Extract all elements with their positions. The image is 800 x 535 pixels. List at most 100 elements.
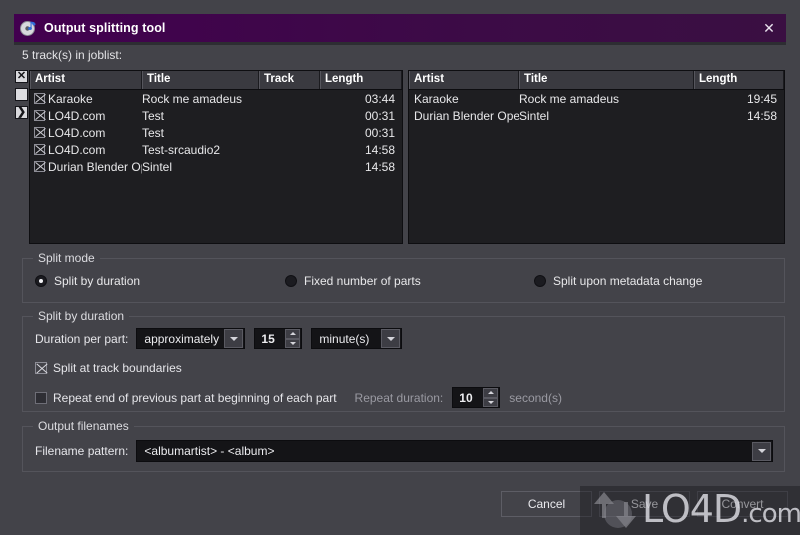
column-header-title[interactable]: Title — [142, 71, 259, 89]
cell-length: 14:58 — [364, 142, 395, 157]
duration-unit-select[interactable]: minute(s) — [311, 328, 403, 349]
radio-split-by-duration-dot — [35, 275, 47, 287]
cell-title: Test-srcaudio2 — [142, 142, 221, 157]
table-row[interactable]: Durian Blender OpenSintel 14:58 — [30, 158, 402, 175]
cell-artist: Durian Blender Open — [414, 108, 519, 123]
duration-amount-stepper[interactable]: 15 — [254, 328, 303, 349]
row-checkbox-checked-icon[interactable] — [34, 127, 45, 138]
approximation-select[interactable]: approximately — [136, 328, 246, 349]
row-checkbox-checked-icon[interactable] — [34, 110, 45, 121]
repeat-spin-down-icon[interactable] — [483, 397, 499, 407]
table-row[interactable]: LO4D.com Test 00:31 — [30, 107, 402, 124]
checkbox-checked-icon — [35, 362, 47, 374]
table-row[interactable]: Karaoke Rock me amadeus 19:45 — [409, 90, 784, 107]
invert-selection-glyph: ❯ — [16, 106, 27, 118]
chevron-down-icon-unit[interactable] — [381, 329, 401, 348]
cell-length: 14:58 — [746, 108, 777, 123]
radio-split-by-duration-label: Split by duration — [54, 274, 141, 288]
joblist-count-label: 5 track(s) in joblist: — [22, 48, 123, 62]
cell-title: Rock me amadeus — [142, 91, 243, 106]
repeat-duration-value: 10 — [459, 390, 473, 405]
output-list-body: Karaoke Rock me amadeus 19:45 Durian Blende… — [409, 90, 784, 124]
repeat-end-checkbox[interactable] — [35, 391, 47, 404]
output-filenames-group: Output filenames Filename pattern: <albu… — [22, 419, 785, 472]
select-all-toggle[interactable]: ✕ — [15, 70, 28, 83]
cell-title: Sintel — [142, 159, 173, 174]
column-header-track[interactable]: Track — [259, 71, 320, 89]
source-list-header: Artist Title Track Length — [30, 71, 402, 90]
column-header-length[interactable]: Length — [320, 71, 402, 89]
cell-artist: LO4D.com — [48, 108, 106, 123]
filename-pattern-row: Filename pattern: <albumartist> - <album… — [35, 440, 773, 462]
cell-artist: Durian Blender Open — [48, 159, 142, 174]
cell-length: 19:45 — [746, 91, 777, 106]
source-list-body: Karaoke Rock me amadeus 03:44 LO4D.com Test 0… — [30, 90, 402, 175]
cell-title: Test — [142, 108, 165, 123]
column-header-length-out[interactable]: Length — [694, 71, 784, 89]
save-button[interactable]: Save — [599, 491, 690, 517]
output-filenames-group-title: Output filenames — [33, 419, 134, 433]
radio-split-upon-metadata-change-dot — [534, 275, 546, 287]
close-icon[interactable]: ✕ — [752, 14, 786, 42]
table-row[interactable]: LO4D.com Test-srcaudio2 14:58 — [30, 141, 402, 158]
window-title: Output splitting tool — [44, 21, 166, 35]
filename-pattern-value: <albumartist> - <album> — [144, 444, 275, 458]
output-parts-list[interactable]: Artist Title Length Karaoke Rock me amade… — [408, 70, 785, 244]
duration-per-part-row: Duration per part: approximately 15 minu… — [35, 328, 403, 349]
invert-selection-toggle[interactable]: ❯ — [15, 106, 28, 119]
cancel-button[interactable]: Cancel — [501, 491, 592, 517]
duration-amount-value: 15 — [261, 331, 275, 346]
repeat-spin-up-icon[interactable] — [483, 388, 499, 398]
filename-pattern-label: Filename pattern: — [35, 444, 129, 458]
column-header-title-out[interactable]: Title — [519, 71, 694, 89]
table-row[interactable]: Durian Blender OpenSintel 14:58 — [409, 107, 784, 124]
filename-pattern-chevron-down-icon[interactable] — [752, 441, 771, 461]
repeat-duration-unit: second(s) — [509, 390, 562, 405]
select-none-glyph — [16, 89, 27, 100]
split-mode-group-title: Split mode — [33, 251, 100, 265]
column-header-artist-out[interactable]: Artist — [409, 71, 519, 89]
spin-up-icon[interactable] — [285, 329, 301, 339]
output-list-header: Artist Title Length — [409, 71, 784, 90]
cell-length: 00:31 — [364, 125, 395, 140]
title-bar: Output splitting tool ✕ — [14, 14, 786, 42]
split-by-duration-group: Split by duration Duration per part: app… — [22, 309, 785, 412]
title-bar-separator — [14, 42, 786, 45]
convert-button[interactable]: Convert — [697, 491, 788, 517]
row-checkbox-checked-icon[interactable] — [34, 144, 45, 155]
radio-fixed-number-of-parts[interactable]: Fixed number of parts — [285, 274, 421, 288]
radio-split-upon-metadata-change-label: Split upon metadata change — [553, 274, 703, 288]
split-by-duration-group-title: Split by duration — [33, 309, 130, 323]
approximation-value: approximately — [144, 331, 220, 346]
table-row[interactable]: LO4D.com Test 00:31 — [30, 124, 402, 141]
radio-split-upon-metadata-change[interactable]: Split upon metadata change — [534, 274, 702, 288]
filename-pattern-input[interactable]: <albumartist> - <album> — [136, 440, 773, 462]
table-row[interactable]: Karaoke Rock me amadeus 03:44 — [30, 90, 402, 107]
repeat-duration-spin-buttons[interactable] — [483, 388, 499, 407]
cell-artist: LO4D.com — [48, 142, 106, 157]
split-at-track-boundaries-label: Split at track boundaries — [53, 361, 182, 375]
source-track-list[interactable]: Artist Title Track Length Karaoke Rock me… — [29, 70, 403, 244]
repeat-duration-label: Repeat duration: — [354, 390, 444, 405]
cell-artist: LO4D.com — [48, 125, 106, 140]
cell-length: 00:31 — [364, 108, 395, 123]
duration-amount-spin-buttons[interactable] — [285, 329, 301, 348]
split-at-track-boundaries-checkbox[interactable]: Split at track boundaries — [35, 361, 182, 375]
repeat-duration-stepper[interactable]: 10 — [452, 387, 501, 408]
repeat-end-row: Repeat end of previous part at beginning… — [35, 387, 562, 408]
cell-artist: Karaoke — [414, 91, 459, 106]
radio-split-by-duration[interactable]: Split by duration — [35, 274, 140, 288]
joblist-selection-toolbar: ✕ ❯ — [15, 70, 29, 126]
split-mode-group: Split mode Split by duration Fixed numbe… — [22, 251, 785, 303]
radio-fixed-number-of-parts-dot — [285, 275, 297, 287]
chevron-down-icon[interactable] — [224, 329, 244, 348]
row-checkbox-checked-icon[interactable] — [34, 93, 45, 104]
row-checkbox-checked-icon[interactable] — [34, 161, 45, 172]
select-all-glyph: ✕ — [16, 70, 27, 82]
spin-down-icon[interactable] — [285, 338, 301, 348]
column-header-artist[interactable]: Artist — [30, 71, 142, 89]
select-none-toggle[interactable] — [15, 88, 28, 101]
cell-title: Sintel — [519, 108, 550, 123]
cell-length: 03:44 — [364, 91, 395, 106]
cell-artist: Karaoke — [48, 91, 93, 106]
